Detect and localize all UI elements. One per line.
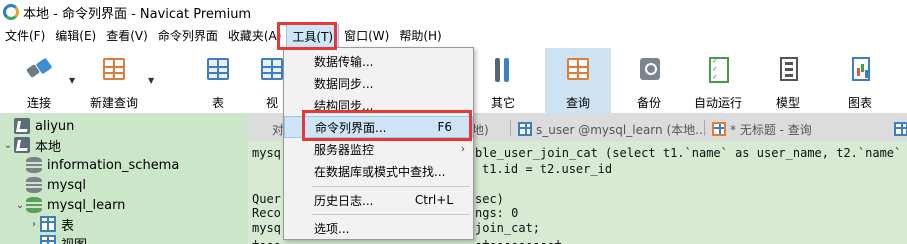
menu-window[interactable]: 窗口(W) <box>339 24 394 48</box>
submenu-arrow-icon: › <box>461 143 465 155</box>
checklist-icon <box>701 54 735 86</box>
menu-help[interactable]: 帮助(H) <box>394 24 446 48</box>
connect-button[interactable]: 连接 <box>14 48 64 114</box>
tools-icon <box>486 54 520 86</box>
tree-item-label: 表 <box>61 218 75 234</box>
connect-dropdown-arrow-icon[interactable]: ▼ <box>69 76 75 85</box>
tree-item-label: 本地 <box>35 139 62 155</box>
navicat-window: 本地 - 命令列界面 - Navicat Premium 文件(F) 编辑(E)… <box>0 0 907 244</box>
console-line: mysq <box>252 221 281 235</box>
tree-item-label: information_schema <box>47 157 180 173</box>
query-icon <box>712 122 726 136</box>
tree-item-views[interactable]: 视图 <box>40 233 87 244</box>
tree-item-tables[interactable]: › 表 <box>28 214 74 234</box>
console-line: ble_user_join_cat (select t1.`name` as u… <box>475 146 907 160</box>
console-line: mysq <box>252 146 281 160</box>
tools-dropdown-menu: 数据传输... 数据同步... 结构同步... 命令列界面... F6 服务器监… <box>283 47 474 240</box>
menu-item-server-monitor[interactable]: 服务器监控 › <box>284 138 473 160</box>
menu-item-console[interactable]: 命令列界面... F6 <box>284 116 473 138</box>
new-query-dropdown-arrow-icon[interactable]: ▼ <box>148 76 154 85</box>
console-line: +--- <box>252 236 281 244</box>
tree-item-aliyun[interactable]: aliyun <box>2 116 74 136</box>
menu-separator <box>312 186 470 187</box>
other-button[interactable]: 其它 <box>478 48 528 114</box>
backup-button[interactable]: 备份 <box>622 48 676 114</box>
navicat-logo-icon <box>3 4 19 20</box>
chart-icon <box>843 54 877 86</box>
connection-icon <box>14 137 30 153</box>
menu-file[interactable]: 文件(F) <box>0 24 50 48</box>
window-title: 本地 - 命令列界面 - Navicat Premium <box>23 6 252 22</box>
console-line: ngs: 0 <box>475 206 519 220</box>
table-icon <box>894 122 907 136</box>
tree-item-information-schema[interactable]: information_schema <box>26 155 179 175</box>
menu-item-data-sync[interactable]: 数据同步... <box>284 72 473 94</box>
menu-view[interactable]: 查看(V) <box>101 24 153 48</box>
model-icon <box>771 54 805 86</box>
menu-separator <box>312 214 470 215</box>
autorun-button[interactable]: 自动运行 <box>690 48 746 114</box>
tree-item-label: mysql_learn <box>47 197 126 213</box>
table-button[interactable]: 表 <box>196 48 240 114</box>
menu-tools[interactable]: 工具(T) <box>286 24 340 48</box>
table-icon <box>40 216 56 232</box>
new-query-icon <box>97 54 131 86</box>
menu-bar: 文件(F) 编辑(E) 查看(V) 命令列界面 收藏夹(A) 工具(T) 窗口(… <box>0 24 907 48</box>
chart-button[interactable]: 图表 <box>834 48 886 114</box>
menu-item-data-transfer[interactable]: 数据传输... <box>284 50 473 72</box>
tree-item-label: mysql <box>47 177 86 193</box>
new-query-button[interactable]: 新建查询 <box>84 48 144 114</box>
database-icon <box>26 177 42 193</box>
connection-tree: aliyun ⌄ 本地 information_schema mysql ⌄ m… <box>0 114 248 244</box>
view-icon <box>260 54 284 86</box>
menu-item-history-log[interactable]: 历史日志... Ctrl+L <box>284 189 473 211</box>
view-button[interactable]: 视 <box>260 48 284 114</box>
tab-more[interactable] <box>888 117 907 141</box>
tree-item-local[interactable]: ⌄ 本地 <box>2 135 61 155</box>
menu-favorites[interactable]: 收藏夹(A) <box>223 24 287 48</box>
model-button[interactable]: 模型 <box>762 48 814 114</box>
tab-untitled-query[interactable]: * 无标题 - 查询 <box>706 117 818 141</box>
backup-icon <box>632 54 666 86</box>
shortcut-label: F6 <box>437 120 452 134</box>
menu-edit[interactable]: 编辑(E) <box>50 24 101 48</box>
expand-arrow-icon[interactable]: › <box>28 219 40 230</box>
tree-item-label: aliyun <box>35 118 75 134</box>
table-icon <box>518 122 532 136</box>
title-bar: 本地 - 命令列界面 - Navicat Premium <box>0 0 907 24</box>
plug-icon <box>22 54 56 86</box>
tree-item-label: 视图 <box>61 234 87 244</box>
collapse-arrow-icon[interactable]: ⌄ <box>14 200 26 211</box>
console-line: join_cat; <box>475 221 541 235</box>
query-button[interactable]: 查询 <box>545 48 611 114</box>
console-line: t1.id = t2.user_id <box>482 162 613 176</box>
tree-item-mysql[interactable]: mysql <box>26 175 86 195</box>
connection-icon <box>14 118 30 134</box>
console-line: Reco <box>252 206 281 220</box>
tree-item-mysql-learn[interactable]: ⌄ mysql_learn <box>14 195 125 215</box>
shortcut-label: Ctrl+L <box>414 193 453 207</box>
database-icon <box>26 197 42 213</box>
console-line: -+---------+ <box>475 236 562 244</box>
database-icon <box>26 157 42 173</box>
table-icon <box>201 54 235 86</box>
menu-console[interactable]: 命令列界面 <box>153 24 223 48</box>
menu-item-find-in-database[interactable]: 在数据库或模式中查找... <box>284 160 473 182</box>
menu-item-options[interactable]: 选项... <box>284 217 473 239</box>
menu-item-structure-sync[interactable]: 结构同步... <box>284 94 473 116</box>
collapse-arrow-icon[interactable]: ⌄ <box>2 140 14 151</box>
view-icon <box>40 235 56 244</box>
tab-s-user[interactable]: s_user @mysql_learn (本地... <box>512 117 713 141</box>
query-icon <box>561 54 595 86</box>
